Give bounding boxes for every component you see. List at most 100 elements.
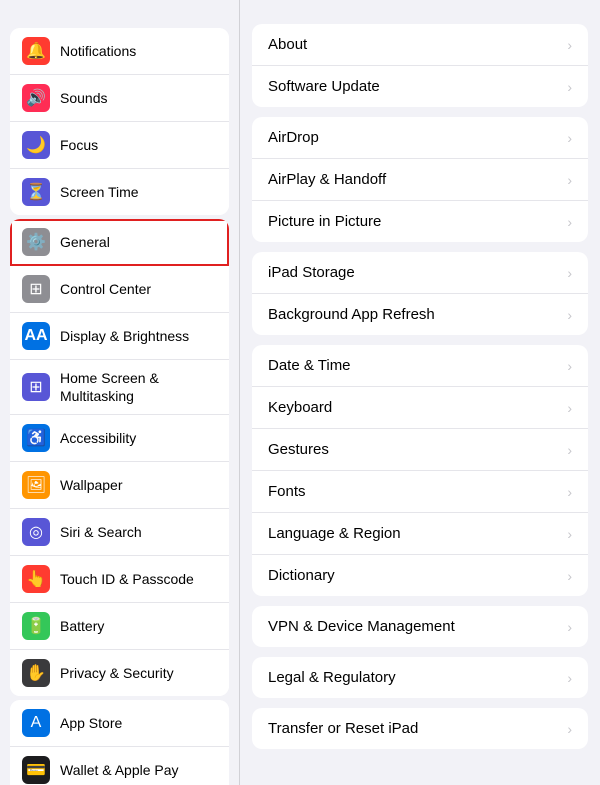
- chevron-icon-legal: ›: [567, 670, 572, 686]
- chevron-icon-transfer: ›: [567, 721, 572, 737]
- row-label-legal: Legal & Regulatory: [268, 669, 396, 686]
- main-panel: About›Software Update›AirDrop›AirPlay & …: [240, 0, 600, 785]
- sidebar-label-wallpaper: Wallpaper: [60, 476, 123, 494]
- sidebar-item-wallet[interactable]: 💳 Wallet & Apple Pay: [10, 747, 229, 785]
- settings-group-g5: VPN & Device Management›: [252, 606, 588, 647]
- sidebar-label-controlcenter: Control Center: [60, 280, 151, 298]
- sidebar-label-siri: Siri & Search: [60, 523, 142, 541]
- settings-group-g7: Transfer or Reset iPad ›: [252, 708, 588, 749]
- sidebar-label-sounds: Sounds: [60, 89, 107, 107]
- appstore-icon: A: [22, 709, 50, 737]
- sidebar-label-focus: Focus: [60, 136, 98, 154]
- screentime-icon: ⏳: [22, 178, 50, 206]
- wallpaper-icon: 🖼: [22, 471, 50, 499]
- chevron-icon-softwareupdate: ›: [567, 79, 572, 95]
- sidebar-item-privacy[interactable]: ✋Privacy & Security: [10, 650, 229, 696]
- settings-group-g6: Legal & Regulatory ›: [252, 657, 588, 698]
- settings-group-g4: Date & Time›Keyboard›Gestures›Fonts›Lang…: [252, 345, 588, 596]
- general-icon: ⚙️: [22, 228, 50, 256]
- row-label-languageregion: Language & Region: [268, 525, 401, 542]
- row-label-dictionary: Dictionary: [268, 567, 335, 584]
- sidebar-item-accessibility[interactable]: ♿Accessibility: [10, 415, 229, 462]
- settings-row-airdrop[interactable]: AirDrop ›: [252, 117, 588, 159]
- focus-icon: 🌙: [22, 131, 50, 159]
- settings-group-g3: iPad Storage› Background App Refresh ›: [252, 252, 588, 335]
- sidebar-label-notifications: Notifications: [60, 42, 136, 60]
- touchid-icon: 👆: [22, 565, 50, 593]
- row-label-airplay: AirPlay & Handoff: [268, 171, 386, 188]
- sidebar-item-homescreen[interactable]: ⊞ Home Screen & Multitasking: [10, 360, 229, 415]
- row-label-pictureinpicture: Picture in Picture: [268, 213, 381, 230]
- settings-row-transfer[interactable]: Transfer or Reset iPad ›: [252, 708, 588, 749]
- row-label-vpn: VPN & Device Management: [268, 618, 455, 635]
- chevron-icon-airdrop: ›: [567, 130, 572, 146]
- settings-row-gestures[interactable]: Gestures›: [252, 429, 588, 471]
- sidebar-item-battery[interactable]: 🔋 Battery: [10, 603, 229, 650]
- settings-row-vpn[interactable]: VPN & Device Management›: [252, 606, 588, 647]
- sidebar-item-screentime[interactable]: ⏳ Screen Time: [10, 169, 229, 215]
- siri-icon: ◎: [22, 518, 50, 546]
- battery-icon: 🔋: [22, 612, 50, 640]
- wallet-icon: 💳: [22, 756, 50, 784]
- row-label-about: About: [268, 36, 307, 53]
- notifications-icon: 🔔: [22, 37, 50, 65]
- chevron-icon-gestures: ›: [567, 442, 572, 458]
- chevron-icon-pictureinpicture: ›: [567, 214, 572, 230]
- chevron-icon-fonts: ›: [567, 484, 572, 500]
- settings-row-about[interactable]: About›: [252, 24, 588, 66]
- settings-row-dictionary[interactable]: Dictionary ›: [252, 555, 588, 596]
- sidebar-item-focus[interactable]: 🌙 Focus: [10, 122, 229, 169]
- settings-row-softwareupdate[interactable]: Software Update›: [252, 66, 588, 107]
- main-title: [252, 0, 588, 24]
- sidebar-group-group1: 🔔 Notifications 🔊 Sounds 🌙 Focus ⏳ Screen Time: [10, 28, 229, 215]
- settings-row-keyboard[interactable]: Keyboard›: [252, 387, 588, 429]
- sidebar-item-appstore[interactable]: AApp Store: [10, 700, 229, 747]
- sidebar-title: [0, 0, 239, 24]
- sidebar-item-notifications[interactable]: 🔔 Notifications: [10, 28, 229, 75]
- chevron-icon-languageregion: ›: [567, 526, 572, 542]
- row-label-backgroundapprefresh: Background App Refresh: [268, 306, 435, 323]
- settings-group-g2: AirDrop›AirPlay & Handoff›Picture in Pic…: [252, 117, 588, 242]
- sidebar-label-display: Display & Brightness: [60, 327, 189, 345]
- settings-row-ipadstorage[interactable]: iPad Storage›: [252, 252, 588, 294]
- sidebar-group-group3: AApp Store 💳 Wallet & Apple Pay: [10, 700, 229, 785]
- sidebar-item-general[interactable]: ⚙️ General: [10, 219, 229, 266]
- settings-row-languageregion[interactable]: Language & Region ›: [252, 513, 588, 555]
- sidebar-label-general: General: [60, 233, 110, 251]
- settings-row-pictureinpicture[interactable]: Picture in Picture ›: [252, 201, 588, 242]
- settings-row-fonts[interactable]: Fonts ›: [252, 471, 588, 513]
- settings-row-legal[interactable]: Legal & Regulatory ›: [252, 657, 588, 698]
- sidebar: 🔔 Notifications 🔊 Sounds 🌙 Focus ⏳ Screen Time ⚙…: [0, 0, 240, 785]
- row-label-airdrop: AirDrop: [268, 129, 319, 146]
- sidebar-label-homescreen: Home Screen & Multitasking: [60, 369, 217, 405]
- main-content: About›Software Update›AirDrop›AirPlay & …: [252, 24, 588, 749]
- display-icon: AA: [22, 322, 50, 350]
- privacy-icon: ✋: [22, 659, 50, 687]
- sidebar-content: 🔔 Notifications 🔊 Sounds 🌙 Focus ⏳ Screen Time ⚙…: [0, 24, 239, 785]
- settings-row-airplay[interactable]: AirPlay & Handoff ›: [252, 159, 588, 201]
- sidebar-item-sounds[interactable]: 🔊 Sounds: [10, 75, 229, 122]
- chevron-icon-airplay: ›: [567, 172, 572, 188]
- sidebar-group-group2: ⚙️ General ⊞ Control Center AA Display & Brig…: [10, 219, 229, 696]
- controlcenter-icon: ⊞: [22, 275, 50, 303]
- sidebar-label-battery: Battery: [60, 617, 104, 635]
- chevron-icon-keyboard: ›: [567, 400, 572, 416]
- sidebar-item-controlcenter[interactable]: ⊞ Control Center: [10, 266, 229, 313]
- homescreen-icon: ⊞: [22, 373, 50, 401]
- chevron-icon-dictionary: ›: [567, 568, 572, 584]
- sounds-icon: 🔊: [22, 84, 50, 112]
- sidebar-label-accessibility: Accessibility: [60, 429, 136, 447]
- sidebar-item-siri[interactable]: ◎ Siri & Search: [10, 509, 229, 556]
- chevron-icon-backgroundapprefresh: ›: [567, 307, 572, 323]
- settings-group-g1: About›Software Update›: [252, 24, 588, 107]
- sidebar-item-display[interactable]: AA Display & Brightness: [10, 313, 229, 360]
- chevron-icon-ipadstorage: ›: [567, 265, 572, 281]
- sidebar-item-wallpaper[interactable]: 🖼 Wallpaper: [10, 462, 229, 509]
- sidebar-item-touchid[interactable]: 👆Touch ID & Passcode: [10, 556, 229, 603]
- sidebar-label-wallet: Wallet & Apple Pay: [60, 761, 179, 779]
- row-label-transfer: Transfer or Reset iPad: [268, 720, 418, 737]
- settings-row-backgroundapprefresh[interactable]: Background App Refresh ›: [252, 294, 588, 335]
- settings-row-datetime[interactable]: Date & Time›: [252, 345, 588, 387]
- row-label-fonts: Fonts: [268, 483, 306, 500]
- sidebar-label-screentime: Screen Time: [60, 183, 139, 201]
